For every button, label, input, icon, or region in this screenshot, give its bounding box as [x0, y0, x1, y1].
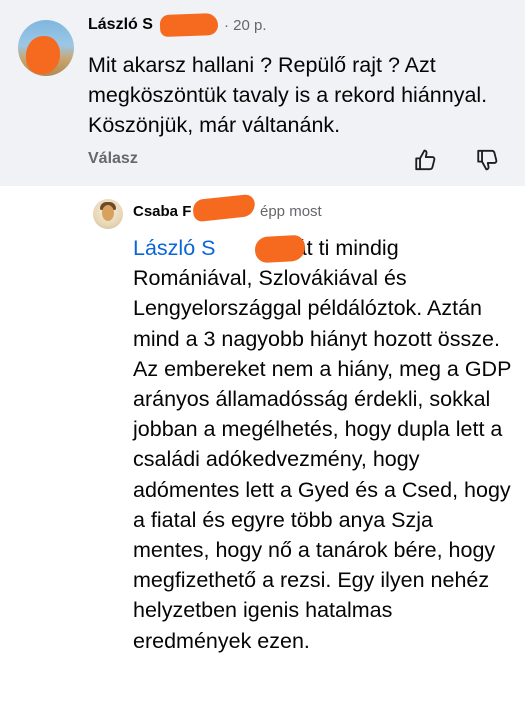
thumbs-up-icon[interactable] — [413, 147, 439, 173]
mention-redaction — [254, 234, 306, 264]
avatar[interactable] — [93, 199, 123, 229]
meta-separator: · — [224, 17, 229, 34]
reply-button[interactable]: Válasz — [88, 150, 138, 168]
comment-thread: László S · 20 p. Mit akarsz hallani ? Re… — [0, 0, 525, 720]
comment-text: László Sdi Hát ti mindig Romániával, Szl… — [133, 233, 513, 656]
thumbs-down-icon[interactable] — [475, 147, 501, 173]
mention-name-start: László S — [133, 236, 216, 260]
comment-meta: · 20 p. — [224, 17, 267, 34]
mention-link[interactable]: László Sdi — [133, 236, 273, 260]
comment-body: Hát ti mindig Romániával, Szlovákiával é… — [133, 236, 512, 653]
comment-time[interactable]: 20 p. — [233, 17, 266, 34]
name-redaction — [159, 12, 219, 38]
comment-author[interactable]: Csaba F — [133, 203, 191, 220]
comment-author[interactable]: László S — [88, 16, 153, 34]
comment-text: Mit akarsz hallani ? Repülő rajt ? Azt m… — [88, 53, 488, 137]
comment-time[interactable]: épp most — [260, 203, 322, 220]
avatar-redaction — [26, 36, 60, 74]
avatar-face — [102, 205, 114, 221]
comment-highlighted: László S · 20 p. Mit akarsz hallani ? Re… — [0, 0, 525, 186]
avatar[interactable] — [18, 20, 74, 76]
name-redaction — [192, 193, 256, 223]
